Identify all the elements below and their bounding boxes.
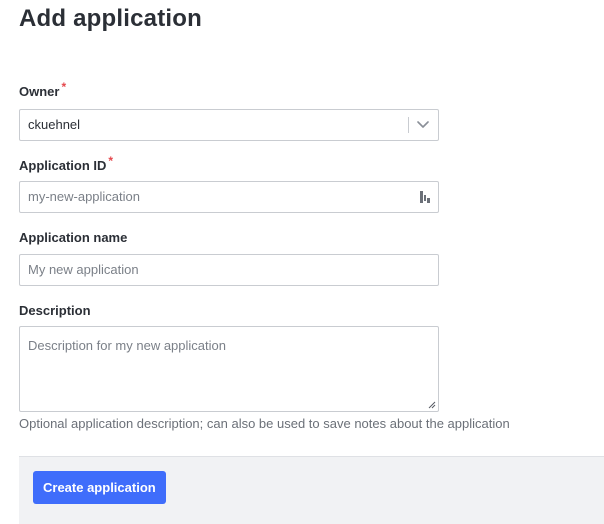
owner-label: Owner * <box>19 80 66 100</box>
description-label: Description <box>19 303 91 319</box>
owner-required-mark: * <box>61 80 67 94</box>
application-name-label: Application name <box>19 230 127 246</box>
description-textarea[interactable]: Description for my new application <box>19 326 439 412</box>
form-footer: Create application <box>19 456 604 524</box>
owner-select-value: ckuehnel <box>28 117 81 132</box>
application-id-placeholder: my-new-application <box>28 189 140 204</box>
application-id-required-mark: * <box>108 154 114 168</box>
application-name-input[interactable]: My new application <box>19 254 439 286</box>
description-help-text: Optional application description; can al… <box>19 416 510 431</box>
owner-select-separator <box>408 117 409 133</box>
page-title: Add application <box>19 5 202 32</box>
owner-label-text: Owner <box>19 84 60 99</box>
id-generate-icon[interactable] <box>419 190 431 204</box>
application-id-input[interactable]: my-new-application <box>19 181 439 213</box>
resize-grip-icon[interactable] <box>428 401 436 409</box>
create-application-button[interactable]: Create application <box>33 471 166 504</box>
owner-select[interactable]: ckuehnel <box>19 109 439 141</box>
application-id-label: Application ID * <box>19 154 113 174</box>
application-name-label-text: Application name <box>19 230 128 245</box>
add-application-page: Add application Owner * ckuehnel Applicat… <box>0 0 604 524</box>
application-name-placeholder: My new application <box>28 262 139 277</box>
chevron-down-icon[interactable] <box>416 119 430 131</box>
application-id-label-text: Application ID <box>19 158 107 173</box>
description-label-text: Description <box>19 303 91 318</box>
description-placeholder: Description for my new application <box>28 338 226 353</box>
